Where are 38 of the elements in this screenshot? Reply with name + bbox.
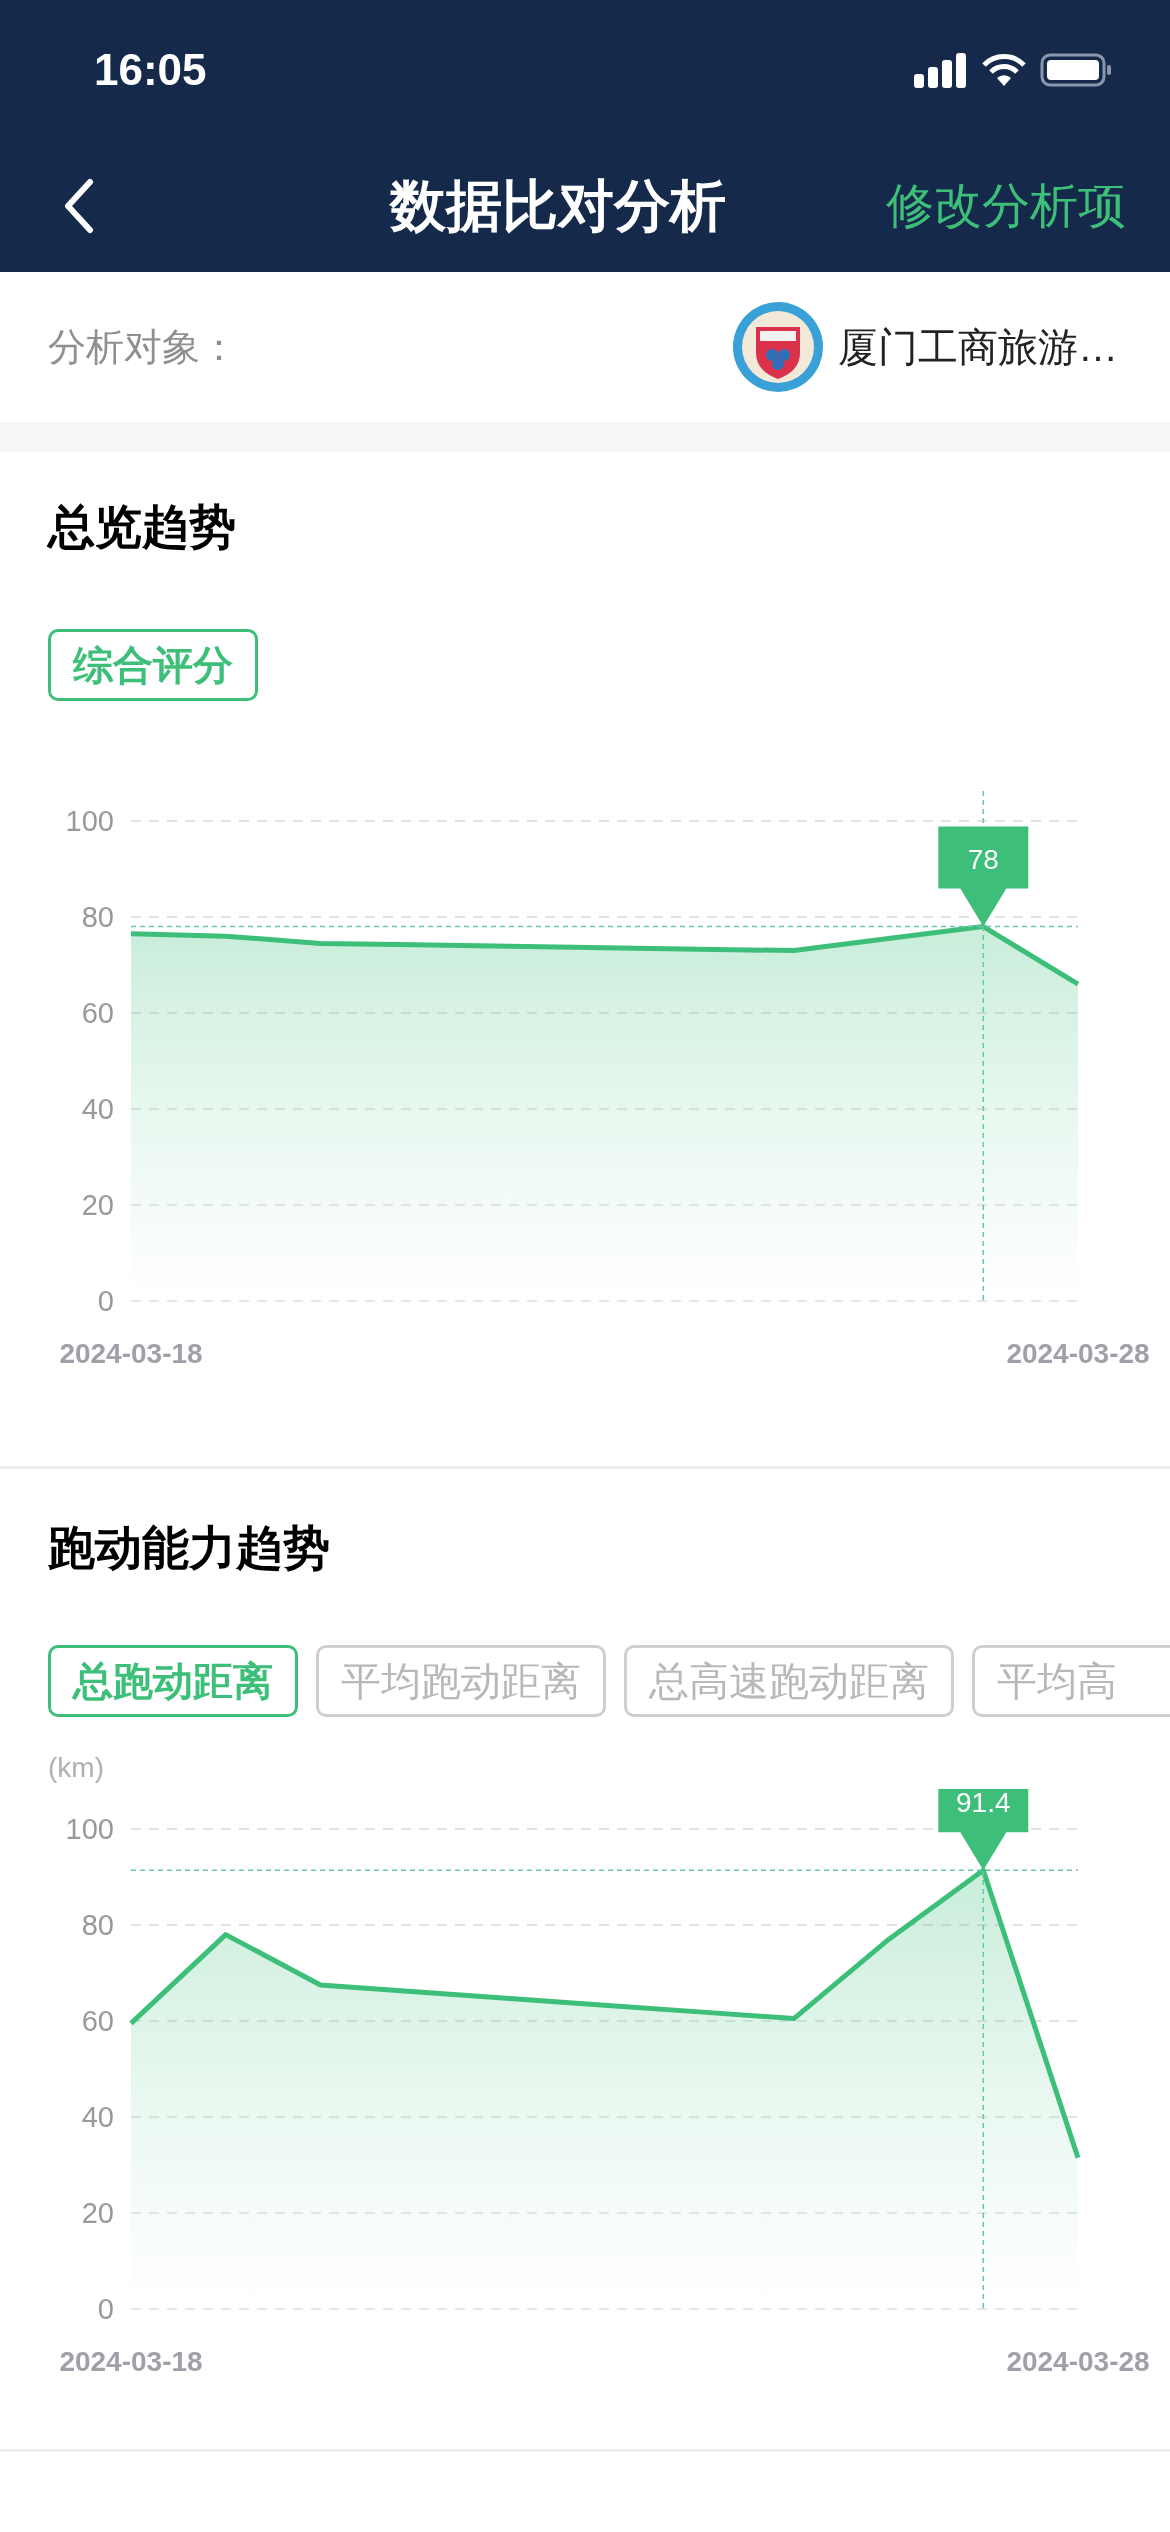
axis-label: 60 (81, 996, 114, 1029)
metric-tab[interactable]: 总跑动距离 (48, 1645, 298, 1717)
axis-label: 2024-03-28 (1006, 2346, 1150, 2377)
annotation: 78 (967, 843, 999, 875)
metric-tab[interactable]: 平均跑动距离 (316, 1645, 606, 1717)
value-tooltip: 78 (938, 826, 1029, 927)
axis-label: 80 (81, 1909, 114, 1941)
page-title: 数据比对分析 (390, 173, 726, 239)
axis-label: 0 (97, 2293, 114, 2325)
subject-name: 厦门工商旅游… (838, 324, 1118, 371)
back-icon (62, 178, 94, 234)
axis-label: 2024-03-18 (59, 2346, 203, 2377)
axis-label: 2024-03-18 (59, 1337, 203, 1369)
signal-icon (914, 52, 968, 88)
axis-label: 2024-03-28 (1006, 1337, 1150, 1369)
axis-label: 100 (65, 804, 114, 837)
axis-label: 0 (97, 1284, 114, 1317)
wifi-icon (980, 52, 1028, 88)
metric-tab[interactable]: 平均高 (972, 1645, 1170, 1717)
axis-label: 80 (81, 900, 114, 933)
battery-icon (1040, 52, 1112, 88)
metric-tab[interactable]: 总高速跑动距离 (624, 1645, 954, 1717)
section-title: 总览趋势 (48, 499, 237, 555)
section-title: 跑动能力趋势 (48, 1519, 331, 1576)
status-time: 16:05 (94, 44, 207, 96)
axis-label: 40 (81, 2101, 114, 2133)
axis-label: 40 (81, 1092, 114, 1125)
metric-tab[interactable]: 综合评分 (48, 628, 258, 701)
axis-label: 100 (65, 1813, 114, 1845)
axis-label: 20 (81, 1188, 114, 1221)
annotation: 91.4 (956, 1787, 1011, 1819)
value-tooltip: 91.4 (938, 1789, 1029, 1871)
subject-label: 分析对象： (48, 324, 238, 370)
axis-label: 60 (81, 2005, 114, 2037)
emblem-icon (732, 301, 824, 393)
axis-label: 20 (81, 2197, 114, 2229)
unit-label: (km) (48, 1751, 105, 1785)
edit-analysis-button[interactable]: 修改分析项 (886, 170, 1126, 242)
